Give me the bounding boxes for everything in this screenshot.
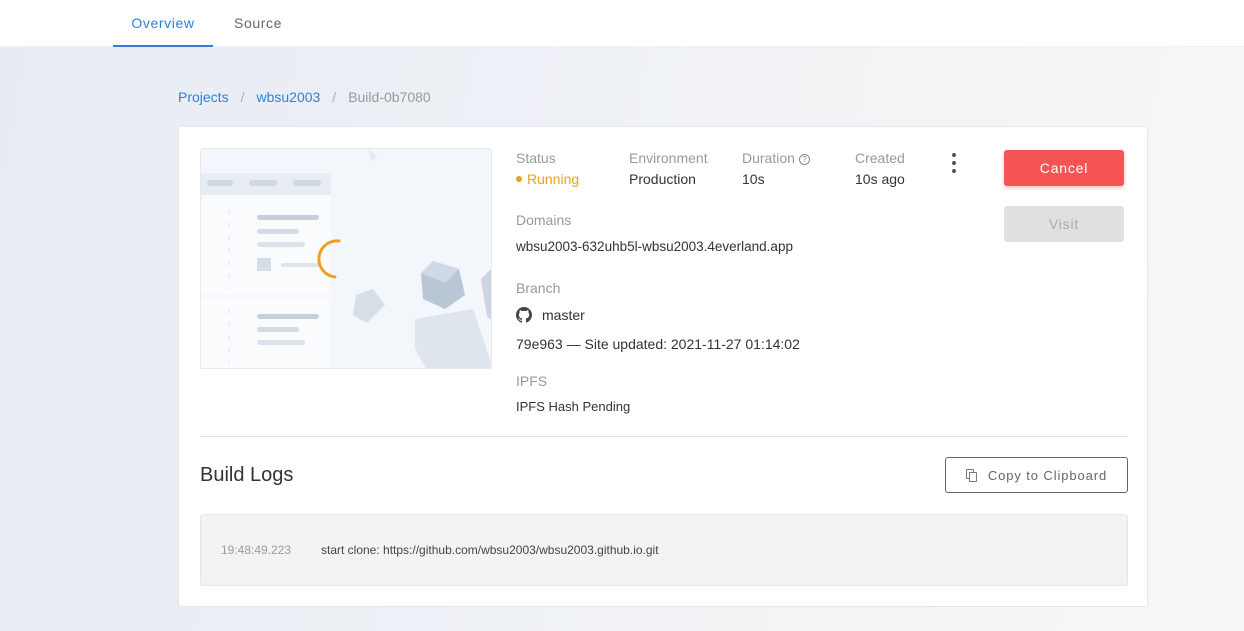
- domain-link[interactable]: wbsu2003-632uhb5l-wbsu2003.4everland.app: [516, 239, 793, 254]
- breadcrumb-projects[interactable]: Projects: [178, 89, 229, 105]
- environment-label: Environment: [629, 150, 708, 166]
- breadcrumb-current: Build-0b7080: [348, 89, 431, 105]
- ipfs-value: IPFS Hash Pending: [516, 399, 631, 414]
- cancel-button[interactable]: Cancel: [1004, 150, 1124, 186]
- ipfs-label: IPFS: [516, 373, 548, 389]
- site-preview-thumbnail: [200, 148, 492, 369]
- log-output: 19:48:49.223 start clone: https://github…: [200, 514, 1128, 586]
- status-dot-icon: [516, 176, 522, 182]
- log-timestamp: 19:48:49.223: [221, 543, 292, 557]
- breadcrumb: Projects / wbsu2003 / Build-0b7080: [178, 89, 431, 105]
- log-entry: 19:48:49.223 start clone: https://github…: [221, 543, 659, 557]
- environment-value: Production: [629, 171, 696, 187]
- copy-to-clipboard-button[interactable]: Copy to Clipboard: [945, 457, 1128, 493]
- copy-icon: [965, 468, 978, 482]
- branch-label: Branch: [516, 280, 561, 296]
- build-logs-title: Build Logs: [200, 464, 294, 486]
- breadcrumb-separator: /: [240, 89, 245, 105]
- breadcrumb-separator: /: [332, 89, 337, 105]
- status-text: Running: [527, 171, 580, 187]
- divider: [200, 436, 1128, 437]
- branch-row: master: [516, 307, 585, 323]
- duration-label-wrap: Duration?: [742, 150, 810, 166]
- more-options-icon[interactable]: [950, 153, 958, 173]
- status-label: Status: [516, 150, 556, 166]
- branch-name: master: [542, 307, 585, 323]
- top-tab-bar: Overview Source: [0, 0, 1244, 47]
- log-message: start clone: https://github.com/wbsu2003…: [321, 543, 659, 557]
- created-label: Created: [855, 150, 905, 166]
- tab-source[interactable]: Source: [216, 0, 300, 47]
- tab-overview[interactable]: Overview: [113, 0, 213, 47]
- build-card: Status Running Environment Production Du…: [178, 126, 1148, 607]
- help-icon[interactable]: ?: [798, 154, 810, 165]
- domains-label: Domains: [516, 212, 572, 228]
- created-value: 10s ago: [855, 171, 905, 187]
- breadcrumb-project[interactable]: wbsu2003: [256, 89, 320, 105]
- commit-info: 79e963 — Site updated: 2021-11-27 01:14:…: [516, 336, 800, 352]
- github-icon: [516, 307, 532, 323]
- status-value: Running: [516, 171, 579, 187]
- visit-button[interactable]: Visit: [1004, 206, 1124, 242]
- duration-value: 10s: [742, 171, 765, 187]
- copy-label: Copy to Clipboard: [987, 467, 1108, 483]
- building-illustration: [201, 149, 491, 368]
- duration-label: Duration: [742, 150, 795, 166]
